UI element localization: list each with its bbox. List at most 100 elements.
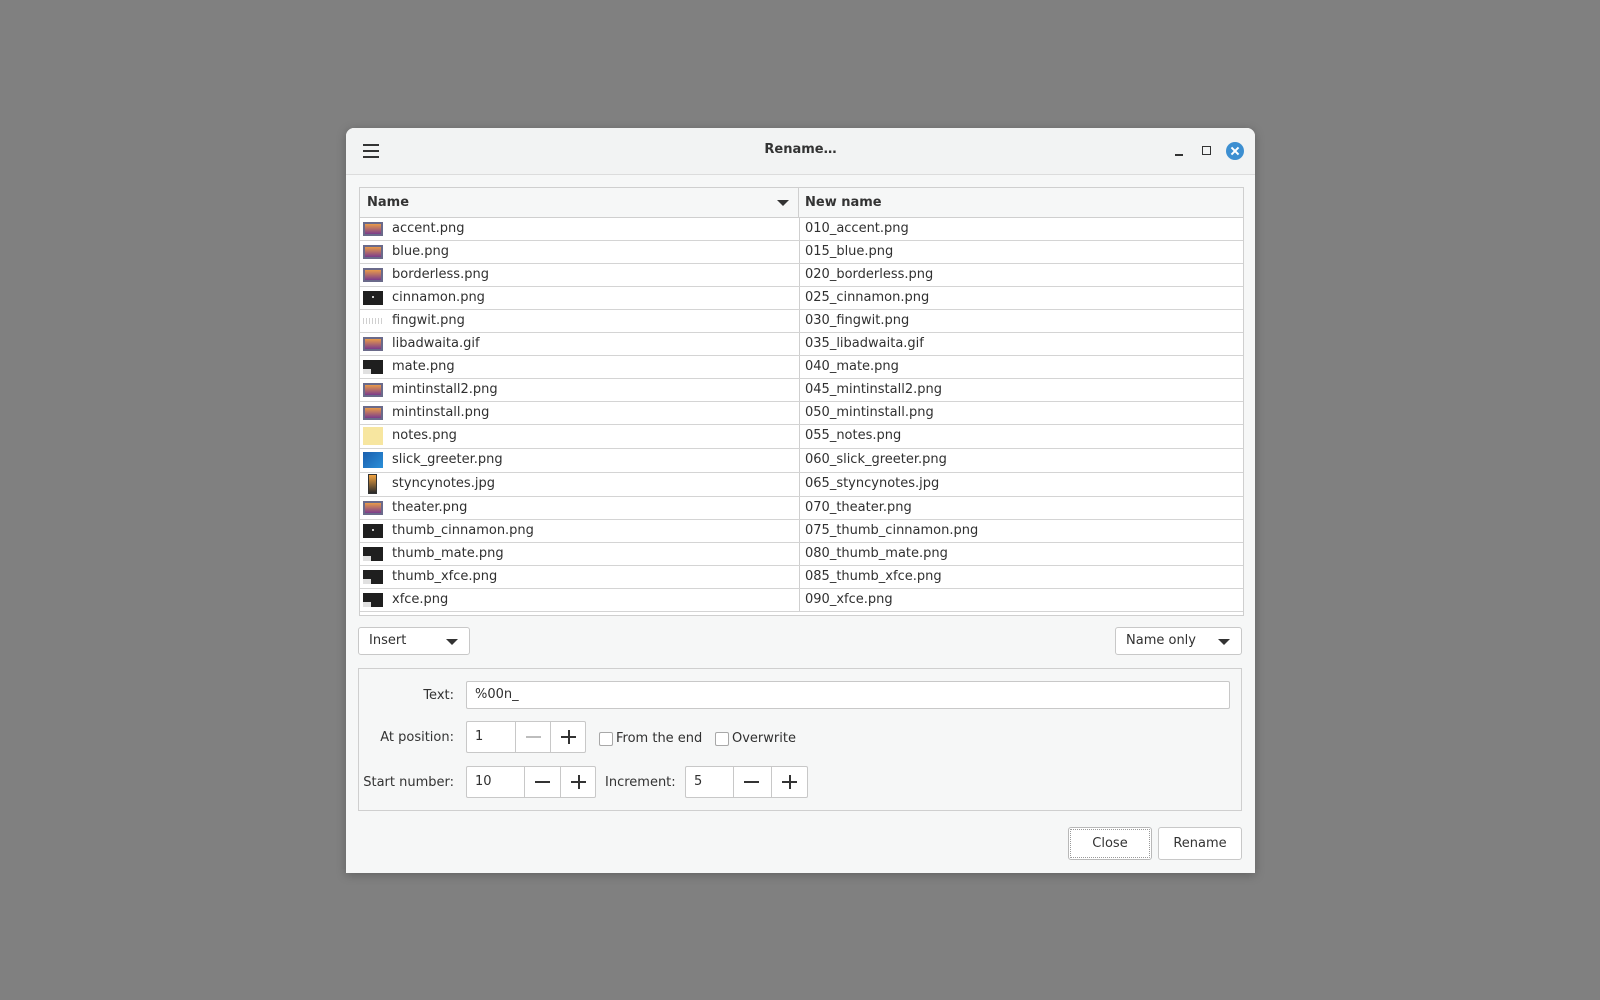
file-thumbnail-icon (363, 337, 383, 351)
table-row[interactable]: notes.png 055_notes.png (360, 425, 1243, 449)
new-name-cell: 085_thumb_xfce.png (805, 569, 942, 584)
position-decrement-button[interactable] (515, 722, 551, 752)
start-number-decrement-button[interactable] (524, 767, 560, 797)
file-thumbnail-icon (363, 547, 383, 561)
file-thumbnail-icon (363, 268, 383, 282)
file-thumbnail-icon (363, 318, 383, 324)
file-name: notes.png (392, 428, 457, 443)
new-name-cell: 040_mate.png (805, 359, 899, 374)
name-cell: theater.png (360, 497, 800, 519)
file-thumbnail-icon (363, 291, 383, 305)
name-cell: thumb_mate.png (360, 543, 800, 565)
file-name: thumb_xfce.png (392, 569, 498, 584)
file-name: borderless.png (392, 267, 489, 282)
rename-button[interactable]: Rename (1158, 827, 1242, 860)
file-thumbnail-icon (363, 383, 383, 397)
file-name: mintinstall2.png (392, 382, 498, 397)
file-thumbnail-icon (363, 222, 383, 236)
file-name: xfce.png (392, 592, 449, 607)
new-name-cell: 090_xfce.png (805, 592, 893, 607)
position-value[interactable]: 1 (475, 722, 483, 752)
file-thumbnail-icon (363, 593, 383, 607)
file-name: libadwaita.gif (392, 336, 480, 351)
column-header-new-name-label: New name (805, 195, 882, 210)
increment-label: Increment: (605, 775, 676, 790)
overwrite-checkbox-box[interactable] (715, 732, 729, 746)
name-cell: mintinstall.png (360, 402, 800, 424)
file-thumbnail-icon (363, 245, 383, 259)
title-bar: Rename… (346, 128, 1255, 175)
table-row[interactable]: thumb_mate.png 080_thumb_mate.png (360, 543, 1243, 566)
table-row[interactable]: borderless.png 020_borderless.png (360, 264, 1243, 287)
name-cell: notes.png (360, 425, 800, 448)
column-header-new-name[interactable]: New name (799, 188, 1243, 217)
file-name: mintinstall.png (392, 405, 490, 420)
position-label: At position: (380, 730, 454, 745)
name-cell: styncynotes.jpg (360, 473, 800, 496)
column-header-name[interactable]: Name (360, 188, 799, 217)
table-row[interactable]: cinnamon.png 025_cinnamon.png (360, 287, 1243, 310)
file-name: fingwit.png (392, 313, 465, 328)
position-spinner: 1 (466, 721, 586, 753)
chevron-down-icon (1218, 639, 1230, 645)
table-row[interactable]: theater.png 070_theater.png (360, 497, 1243, 520)
increment-value[interactable]: 5 (694, 767, 702, 797)
table-row[interactable]: mintinstall.png 050_mintinstall.png (360, 402, 1243, 425)
new-name-cell: 035_libadwaita.gif (805, 336, 924, 351)
file-table: Name New name accent.png 010_accent.png bl… (359, 187, 1244, 616)
text-input[interactable]: %00n_ (466, 681, 1230, 709)
start-number-increment-button[interactable] (560, 767, 596, 797)
new-name-cell: 070_theater.png (805, 500, 912, 515)
file-name: thumb_cinnamon.png (392, 523, 534, 538)
close-button[interactable]: Close (1068, 827, 1152, 860)
file-thumbnail-icon (363, 406, 383, 420)
insert-options-panel: Text: %00n_ At position: 1 From the end … (358, 668, 1242, 811)
file-thumbnail-icon (363, 360, 383, 374)
name-cell: xfce.png (360, 589, 800, 611)
file-thumbnail-icon (363, 524, 383, 538)
file-name: theater.png (392, 500, 468, 515)
table-row[interactable]: thumb_cinnamon.png 075_thumb_cinnamon.png (360, 520, 1243, 543)
table-row[interactable]: thumb_xfce.png 085_thumb_xfce.png (360, 566, 1243, 589)
table-row[interactable]: slick_greeter.png 060_slick_greeter.png (360, 449, 1243, 473)
name-cell: thumb_cinnamon.png (360, 520, 800, 542)
table-row[interactable]: xfce.png 090_xfce.png (360, 589, 1243, 612)
name-cell: libadwaita.gif (360, 333, 800, 355)
close-window-icon[interactable] (1226, 142, 1244, 160)
minimize-icon[interactable] (1170, 142, 1188, 160)
from-end-label: From the end (616, 731, 703, 746)
position-increment-button[interactable] (550, 722, 586, 752)
file-name: mate.png (392, 359, 455, 374)
new-name-cell: 030_fingwit.png (805, 313, 910, 328)
new-name-cell: 045_mintinstall2.png (805, 382, 942, 397)
start-number-value[interactable]: 10 (475, 767, 492, 797)
table-row[interactable]: mintinstall2.png 045_mintinstall2.png (360, 379, 1243, 402)
table-row[interactable]: blue.png 015_blue.png (360, 241, 1243, 264)
table-row[interactable]: fingwit.png 030_fingwit.png (360, 310, 1243, 333)
file-thumbnail-icon (368, 474, 377, 494)
name-cell: fingwit.png (360, 310, 800, 332)
new-name-cell: 060_slick_greeter.png (805, 452, 947, 467)
scope-select[interactable]: Name only (1115, 627, 1242, 655)
name-cell: mate.png (360, 356, 800, 378)
file-name: accent.png (392, 221, 465, 236)
new-name-cell: 055_notes.png (805, 428, 902, 443)
name-cell: accent.png (360, 218, 800, 240)
increment-increment-button[interactable] (771, 767, 807, 797)
from-end-checkbox-box[interactable] (599, 732, 613, 746)
text-label: Text: (423, 688, 454, 703)
maximize-icon[interactable] (1198, 142, 1216, 160)
name-cell: blue.png (360, 241, 800, 263)
file-name: styncynotes.jpg (392, 476, 495, 491)
window-title: Rename… (764, 142, 837, 157)
new-name-cell: 025_cinnamon.png (805, 290, 930, 305)
table-row[interactable]: styncynotes.jpg 065_styncynotes.jpg (360, 473, 1243, 497)
table-row[interactable]: mate.png 040_mate.png (360, 356, 1243, 379)
table-row[interactable]: accent.png 010_accent.png (360, 218, 1243, 241)
name-cell: slick_greeter.png (360, 449, 800, 472)
mode-select[interactable]: Insert (358, 627, 470, 655)
start-number-spinner: 10 (466, 766, 596, 798)
table-row[interactable]: libadwaita.gif 035_libadwaita.gif (360, 333, 1243, 356)
increment-decrement-button[interactable] (733, 767, 769, 797)
file-name: slick_greeter.png (392, 452, 503, 467)
